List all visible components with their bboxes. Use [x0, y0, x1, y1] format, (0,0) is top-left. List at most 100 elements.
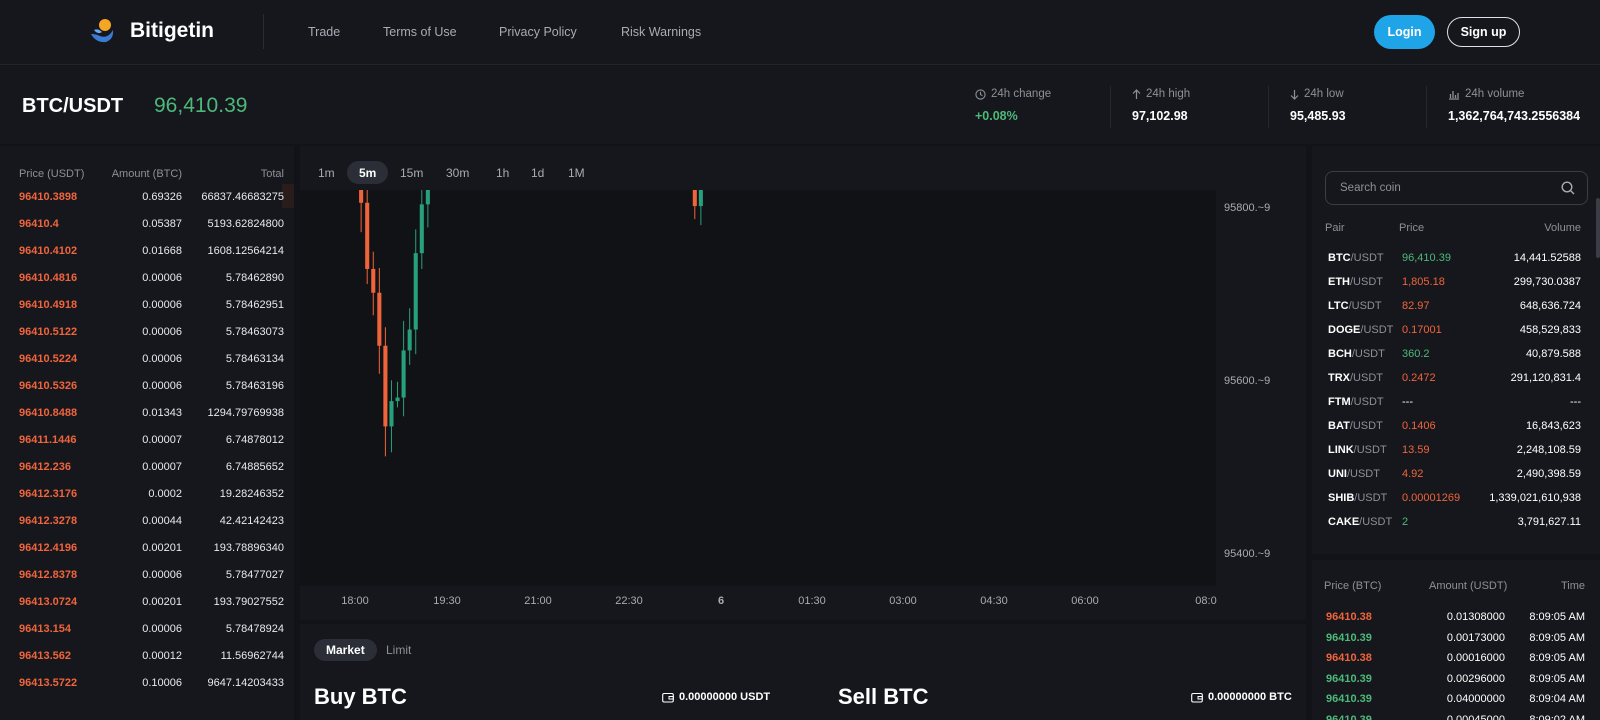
login-button[interactable]: Login	[1374, 15, 1435, 49]
market-row-doge[interactable]: DOGE/USDT 0.17001 458,529,833	[1312, 324, 1600, 348]
timeframe-5m[interactable]: 5m	[347, 161, 389, 184]
orderbook-row[interactable]: 96410.4 0.05387 5193.62824800	[0, 218, 294, 245]
brand-logo-icon[interactable]	[88, 17, 116, 45]
candle-body	[401, 350, 406, 398]
y-axis-tick-label: 95600.~9	[1224, 375, 1270, 387]
orderbook-row[interactable]: 96410.4918 0.00006 5.78462951	[0, 299, 294, 326]
ob-price: 96412.3278	[19, 515, 78, 527]
market-base: DOGE	[1328, 324, 1361, 336]
market-row-bat[interactable]: BAT/USDT 0.1406 16,843,623	[1312, 420, 1600, 444]
price-chart-panel: 1m5m15m30m1h1d1M 97400.~997200.~997000.~…	[300, 146, 1306, 620]
ob-header-total: Total	[260, 168, 284, 180]
trade-price: 96410.39	[1326, 631, 1372, 644]
nav-terms-of-use[interactable]: Terms of Use	[383, 25, 457, 39]
ob-price: 96410.4102	[19, 245, 78, 257]
trade-amount: 0.00016000	[1446, 652, 1505, 664]
sell-balance: 0.00000000 BTC	[1191, 691, 1292, 703]
nav-risk-warnings[interactable]: Risk Warnings	[621, 25, 701, 39]
orderbook-row[interactable]: 96413.154 0.00006 5.78478924	[0, 623, 294, 650]
orderbook-row[interactable]: 96412.3176 0.0002 19.28246352	[0, 488, 294, 515]
stat-value: 97,102.98	[1132, 109, 1188, 123]
ob-total: 11.56962744	[220, 650, 284, 662]
ob-price: 96410.5224	[19, 353, 78, 365]
orderbook-row[interactable]: 96412.236 0.00007 6.74885652	[0, 461, 294, 488]
ob-total: 6.74885652	[225, 461, 284, 473]
header-divider	[263, 14, 264, 49]
nav-privacy-policy[interactable]: Privacy Policy	[499, 25, 577, 39]
x-axis-tick-label: 01:30	[798, 595, 826, 607]
market-quote: /USDT	[1353, 444, 1387, 456]
timeframe-1h[interactable]: 1h	[484, 161, 521, 184]
market-row-eth[interactable]: ETH/USDT 1,805.18 299,730.0387	[1312, 276, 1600, 300]
timeframe-1d[interactable]: 1d	[519, 161, 556, 184]
stat-24h-volume: 24h volume 1,362,764,743.2556384	[1448, 88, 1580, 123]
orderbook-row[interactable]: 96410.8488 0.01343 1294.79769938	[0, 407, 294, 434]
ob-amount: 0.00006	[142, 623, 182, 635]
orderbook-row[interactable]: 96413.0724 0.00201 193.79027552	[0, 596, 294, 623]
ob-price: 96410.5326	[19, 380, 78, 392]
stat-24h-low: 24h low 95,485.93	[1290, 88, 1346, 123]
ob-amount: 0.00044	[142, 515, 182, 527]
market-price: 4.92	[1402, 468, 1424, 480]
brand-name[interactable]: Bitigetin	[130, 19, 214, 43]
market-row-ltc[interactable]: LTC/USDT 82.97 648,636.724	[1312, 300, 1600, 324]
last-price: 96,410.39	[154, 94, 248, 117]
ob-amount: 0.05387	[142, 218, 182, 230]
market-base: UNI	[1328, 468, 1347, 480]
market-volume: 648,636.724	[1519, 300, 1581, 312]
search-icon[interactable]	[1561, 181, 1575, 195]
ob-total: 5.78463134	[225, 353, 284, 365]
market-row-btc[interactable]: BTC/USDT 96,410.39 14,441.52588	[1312, 252, 1600, 276]
mk-header-price: Price	[1399, 222, 1425, 234]
orderbook-row[interactable]: 96410.5122 0.00006 5.78463073	[0, 326, 294, 353]
market-symbol: ETH/USDT	[1328, 276, 1383, 288]
orderbook-row[interactable]: 96412.3278 0.00044 42.42142423	[0, 515, 294, 542]
orderbook-row[interactable]: 96410.4816 0.00006 5.78462890	[0, 272, 294, 299]
ob-price: 96412.3176	[19, 488, 78, 500]
orderbook-row[interactable]: 96410.3898 0.69326 66837.46683275	[0, 184, 294, 218]
market-symbol: LTC/USDT	[1328, 300, 1382, 312]
market-row-uni[interactable]: UNI/USDT 4.92 2,490,398.59	[1312, 468, 1600, 492]
market-volume: 2,490,398.59	[1516, 468, 1581, 480]
ob-price: 96410.8488	[19, 407, 78, 419]
candlestick-chart[interactable]: 97400.~997200.~997000.~996800.~996600.~9…	[300, 190, 1306, 620]
orderbook-row[interactable]: 96412.4196 0.00201 193.78896340	[0, 542, 294, 569]
trade-row: 96410.38 0.00016000 8:09:05 AM	[1312, 652, 1600, 672]
trade-row: 96410.39 0.00045000 8:09:02 AM	[1312, 714, 1600, 720]
signup-button[interactable]: Sign up	[1447, 17, 1520, 47]
market-row-shib[interactable]: SHIB/USDT 0.00001269 1,339,021,610,938	[1312, 492, 1600, 516]
orderbook-row[interactable]: 96412.8378 0.00006 5.78477027	[0, 569, 294, 596]
market-symbol: TRX/USDT	[1328, 372, 1383, 384]
y-axis-tick-label: 95400.~9	[1224, 548, 1270, 560]
search-coin-input[interactable]	[1325, 171, 1588, 205]
market-base: CAKE	[1328, 516, 1360, 528]
timeframe-1M[interactable]: 1M	[556, 161, 597, 184]
tr-header-price: Price (BTC)	[1324, 580, 1382, 592]
orderbook-row[interactable]: 96413.562 0.00012 11.56962744	[0, 650, 294, 677]
timeframe-1m[interactable]: 1m	[306, 161, 347, 184]
market-row-link[interactable]: LINK/USDT 13.59 2,248,108.59	[1312, 444, 1600, 468]
market-base: LINK	[1328, 444, 1354, 456]
market-row-ftm[interactable]: FTM/USDT --- ---	[1312, 396, 1600, 420]
tab-limit[interactable]: Limit	[374, 639, 423, 661]
nav-trade[interactable]: Trade	[308, 25, 340, 39]
market-quote: /USDT	[1360, 324, 1394, 336]
trade-price: 96410.38	[1326, 652, 1372, 664]
orderbook-row[interactable]: 96411.1446 0.00007 6.74878012	[0, 434, 294, 461]
timeframe-30m[interactable]: 30m	[434, 161, 481, 184]
market-scrollbar[interactable]	[1596, 198, 1600, 258]
orderbook-row[interactable]: 96410.5326 0.00006 5.78463196	[0, 380, 294, 407]
timeframe-15m[interactable]: 15m	[388, 161, 435, 184]
stat-divider	[1426, 86, 1427, 128]
ob-amount: 0.00006	[142, 380, 182, 392]
orderbook-row[interactable]: 96410.4102 0.01668 1608.12564214	[0, 245, 294, 272]
orderbook-row[interactable]: 96410.5224 0.00006 5.78463134	[0, 353, 294, 380]
market-row-trx[interactable]: TRX/USDT 0.2472 291,120,831.4	[1312, 372, 1600, 396]
tab-market[interactable]: Market	[314, 639, 377, 661]
market-price: 0.00001269	[1402, 492, 1461, 504]
market-base: ETH	[1328, 276, 1350, 288]
market-price: 1,805.18	[1402, 276, 1445, 288]
orderbook-row[interactable]: 96413.5722 0.10006 9647.14203433	[0, 677, 294, 704]
market-row-cake[interactable]: CAKE/USDT 2 3,791,627.11	[1312, 516, 1600, 540]
market-row-bch[interactable]: BCH/USDT 360.2 40,879.588	[1312, 348, 1600, 372]
